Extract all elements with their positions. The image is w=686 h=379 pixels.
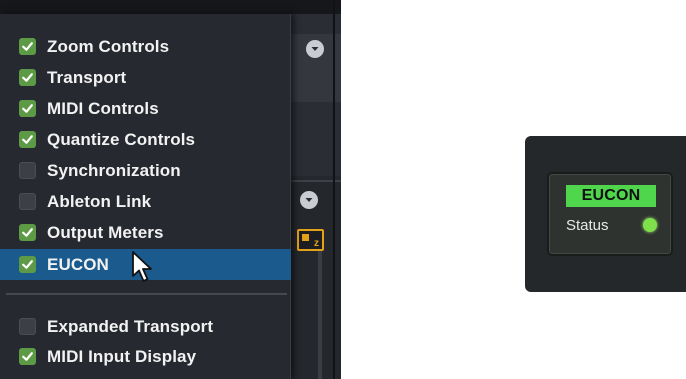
menu-separator	[6, 293, 287, 295]
menu-item-label: MIDI Controls	[47, 98, 159, 118]
checkbox-checked-icon[interactable]	[19, 100, 36, 117]
view-options-menu: Zoom Controls Transport MIDI Controls Qu…	[0, 14, 291, 379]
menu-item-midi-input-display[interactable]: MIDI Input Display	[0, 341, 291, 372]
eucon-status-box[interactable]: EUCON Status	[547, 172, 673, 256]
menu-item-label: Quantize Controls	[47, 129, 196, 149]
transport-view-window: z Zoom Controls Transport MIDI Controls	[0, 0, 341, 379]
mouse-pointer-icon	[132, 251, 152, 282]
menu-item-label: Zoom Controls	[47, 36, 170, 56]
checkbox-checked-icon[interactable]	[19, 256, 36, 273]
background-ribbon	[318, 244, 322, 379]
meter-icon-block	[302, 234, 309, 241]
menu-item-quantize-controls[interactable]: Quantize Controls	[0, 124, 291, 155]
menu-item-transport[interactable]: Transport	[0, 62, 291, 93]
menu-item-label: EUCON	[47, 254, 109, 274]
menu-item-zoom-controls[interactable]: Zoom Controls	[0, 31, 291, 62]
chevron-down-icon[interactable]	[306, 40, 324, 58]
window-top-strip	[0, 0, 341, 14]
menu-item-synchronization[interactable]: Synchronization	[0, 155, 291, 186]
menu-item-output-meters[interactable]: Output Meters	[0, 217, 291, 248]
menu-item-expanded-transport[interactable]: Expanded Transport	[0, 311, 291, 342]
chevron-down-icon[interactable]	[300, 191, 318, 209]
checkbox-checked-icon[interactable]	[19, 348, 36, 365]
status-led-icon	[643, 218, 657, 232]
checkbox-checked-icon[interactable]	[19, 38, 36, 55]
checkbox-checked-icon[interactable]	[19, 131, 36, 148]
eucon-status-panel: EUCON Status	[525, 136, 686, 292]
menu-item-label: MIDI Input Display	[47, 346, 197, 366]
eucon-badge: EUCON	[566, 185, 656, 207]
meter-icon-glyph: z	[314, 238, 319, 249]
checkbox-empty-icon[interactable]	[19, 318, 36, 335]
meter-icon[interactable]: z	[297, 229, 324, 251]
menu-item-midi-controls[interactable]: MIDI Controls	[0, 93, 291, 124]
menu-item-label: Synchronization	[47, 160, 181, 180]
menu-item-label: Expanded Transport	[47, 316, 214, 336]
window-edge	[333, 0, 335, 379]
checkbox-checked-icon[interactable]	[19, 224, 36, 241]
checkbox-checked-icon[interactable]	[19, 69, 36, 86]
menu-item-ableton-link[interactable]: Ableton Link	[0, 186, 291, 217]
menu-item-label: Transport	[47, 67, 127, 87]
checkbox-empty-icon[interactable]	[19, 193, 36, 210]
menu-item-label: Output Meters	[47, 222, 164, 242]
checkbox-empty-icon[interactable]	[19, 162, 36, 179]
status-label: Status	[566, 217, 609, 234]
menu-item-label: Ableton Link	[47, 191, 152, 211]
